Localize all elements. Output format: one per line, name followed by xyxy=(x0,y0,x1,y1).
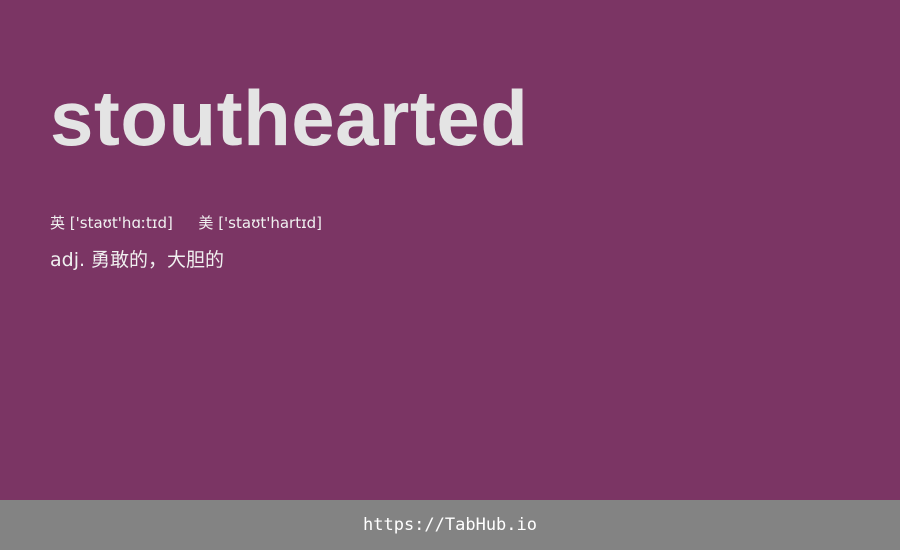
headword: stouthearted xyxy=(50,74,529,162)
footer-bar: https://TabHub.io xyxy=(0,500,900,550)
uk-pronunciation: ['staʊt'hɑːtɪd] xyxy=(69,214,173,232)
us-label: 美 xyxy=(198,214,214,232)
definition: adj. 勇敢的，大胆的 xyxy=(50,249,225,271)
phonetics: 英 ['staʊt'hɑːtɪd] 美 ['staʊt'hartɪd] xyxy=(50,213,322,233)
uk-label: 英 xyxy=(50,214,66,232)
tabhub-link[interactable]: https://TabHub.io xyxy=(363,515,537,535)
us-pronunciation: ['staʊt'hartɪd] xyxy=(218,214,323,232)
